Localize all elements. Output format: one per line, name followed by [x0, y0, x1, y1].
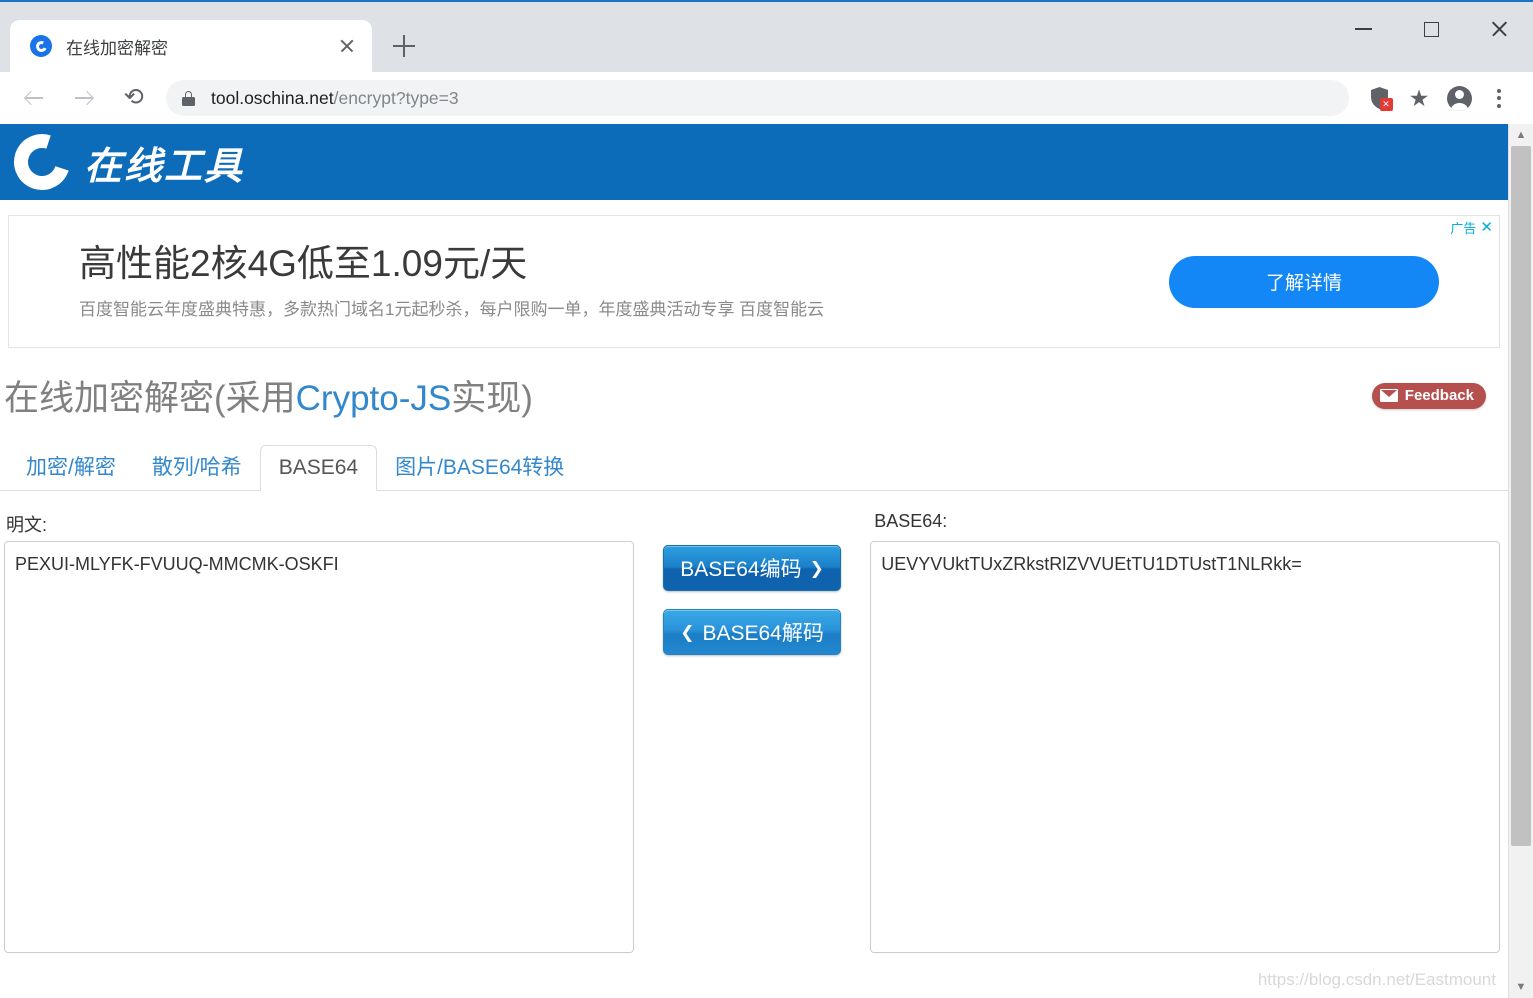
browser-titlebar: 在线加密解密: [0, 0, 1533, 72]
arrow-right-icon: [73, 87, 95, 109]
blocked-badge: ✕: [1379, 98, 1393, 111]
url-host: tool.oschina.net: [211, 87, 334, 108]
page-scrollbar[interactable]: ▲ ▼: [1508, 124, 1533, 998]
base64-encode-button[interactable]: BASE64编码 ❯: [663, 545, 841, 591]
web-page: 在线工具 广告 ✕ 高性能2核4G低至1.09元/天 百度智能云年度盛典特惠，多…: [0, 124, 1508, 998]
back-button[interactable]: [16, 80, 52, 116]
ad-cta-button[interactable]: 了解详情: [1169, 255, 1439, 308]
scroll-up-button[interactable]: ▲: [1509, 124, 1533, 146]
tool-tabs: 加密/解密 散列/哈希 BASE64 图片/BASE64转换: [0, 443, 1508, 491]
three-dot-menu-icon: [1497, 88, 1501, 108]
plaintext-column: 明文:: [4, 511, 634, 953]
address-bar-url: tool.oschina.net/encrypt?type=3: [211, 88, 459, 109]
base64-converter-panel: 明文: BASE64编码 ❯ ❮ BASE64解码: [0, 491, 1508, 953]
feedback-button[interactable]: Feedback: [1371, 382, 1486, 409]
close-icon[interactable]: ✕: [1480, 220, 1493, 235]
ad-headline[interactable]: 高性能2核4G低至1.09元/天: [79, 243, 1169, 286]
window-controls: [1329, 2, 1533, 56]
tab-base64[interactable]: BASE64: [259, 444, 378, 491]
address-bar[interactable]: tool.oschina.net/encrypt?type=3: [166, 80, 1349, 116]
ad-text-block: 高性能2核4G低至1.09元/天 百度智能云年度盛典特惠，多款热门域名1元起秒杀…: [79, 243, 1169, 321]
scrollbar-track[interactable]: [1509, 146, 1533, 976]
logo-c-icon: [4, 124, 80, 200]
page-viewport: 在线工具 广告 ✕ 高性能2核4G低至1.09元/天 百度智能云年度盛典特惠，多…: [0, 124, 1533, 998]
secure-lock-icon: [182, 90, 195, 106]
blocked-content-button[interactable]: ✕: [1359, 78, 1399, 118]
ad-subtitle: 百度智能云年度盛典特惠，多款热门域名1元起秒杀，每户限购一单，年度盛典活动专享 …: [79, 300, 825, 320]
tab-hash[interactable]: 散列/哈希: [134, 445, 260, 490]
page-title-prefix: 在线加密解密(采用: [4, 379, 296, 418]
reload-icon: ⟳: [123, 84, 145, 111]
watermark-text: https://blog.csdn.net/Eastmount: [1257, 970, 1496, 989]
advertisement-banner: 广告 ✕ 高性能2核4G低至1.09元/天 百度智能云年度盛典特惠，多款热门域名…: [8, 215, 1500, 348]
browser-toolbar: ⟳ tool.oschina.net/encrypt?type=3 ✕ ★: [0, 72, 1533, 124]
scroll-down-button[interactable]: ▼: [1509, 976, 1533, 998]
plaintext-input[interactable]: [4, 541, 634, 953]
profile-avatar-icon: [1446, 85, 1472, 111]
browser-tab-title: 在线加密解密: [66, 38, 168, 58]
ad-close-control[interactable]: 广告 ✕: [1450, 218, 1493, 237]
site-logo-text: 在线工具: [84, 142, 245, 188]
site-logo[interactable]: 在线工具: [4, 124, 245, 200]
ad-body: 高性能2核4G低至1.09元/天 百度智能云年度盛典特惠，多款热门域名1元起秒杀…: [9, 216, 1499, 347]
plaintext-label: 明文:: [6, 515, 48, 535]
site-header: 在线工具: [0, 124, 1508, 202]
minimize-button[interactable]: [1329, 2, 1397, 56]
base64-decode-button[interactable]: ❮ BASE64解码: [663, 609, 841, 655]
arrow-left-icon: [23, 87, 45, 109]
chevron-right-icon: ❯: [809, 558, 824, 578]
action-buttons-column: BASE64编码 ❯ ❮ BASE64解码: [634, 511, 870, 953]
browser-tabstrip: 在线加密解密: [0, 2, 424, 72]
reload-button[interactable]: ⟳: [116, 80, 152, 116]
window-close-button[interactable]: [1465, 2, 1533, 56]
maximize-button[interactable]: [1397, 2, 1465, 56]
profile-button[interactable]: [1439, 78, 1479, 118]
chevron-left-icon: ❮: [680, 622, 695, 642]
feedback-label: Feedback: [1404, 387, 1474, 404]
decode-button-label: BASE64解码: [702, 622, 824, 645]
encode-button-label: BASE64编码: [680, 558, 802, 581]
bookmark-button[interactable]: ★: [1399, 78, 1439, 118]
new-tab-button[interactable]: [384, 26, 424, 66]
action-buttons: BASE64编码 ❯ ❮ BASE64解码: [663, 511, 841, 655]
page-title: 在线加密解密(采用Crypto-JS实现): [4, 370, 1372, 421]
scrollbar-thumb[interactable]: [1511, 146, 1531, 846]
tab-image-base64[interactable]: 图片/BASE64转换: [377, 445, 582, 490]
browser-menu-button[interactable]: [1479, 78, 1519, 118]
ad-label: 广告: [1450, 221, 1477, 236]
forward-button[interactable]: [66, 80, 102, 116]
base64-column: BASE64:: [870, 511, 1501, 953]
url-path: /encrypt?type=3: [333, 87, 459, 108]
oschina-c-icon: [30, 35, 52, 57]
base64-label: BASE64:: [874, 511, 948, 531]
envelope-icon: [1379, 389, 1398, 402]
tab-encrypt-decrypt[interactable]: 加密/解密: [8, 445, 134, 490]
star-icon: ★: [1408, 84, 1430, 111]
browser-tab[interactable]: 在线加密解密: [10, 20, 372, 72]
crypto-js-link[interactable]: Crypto-JS: [296, 379, 452, 418]
browser-window: 在线加密解密 ⟳ tool.oschina.net/encrypt?type=3: [0, 0, 1533, 998]
page-title-row: 在线加密解密(采用Crypto-JS实现) Feedback: [0, 348, 1508, 421]
close-icon[interactable]: [334, 33, 360, 59]
base64-output[interactable]: [870, 541, 1501, 953]
shield-blocked-icon: ✕: [1369, 86, 1393, 111]
page-title-suffix: 实现): [451, 379, 533, 418]
